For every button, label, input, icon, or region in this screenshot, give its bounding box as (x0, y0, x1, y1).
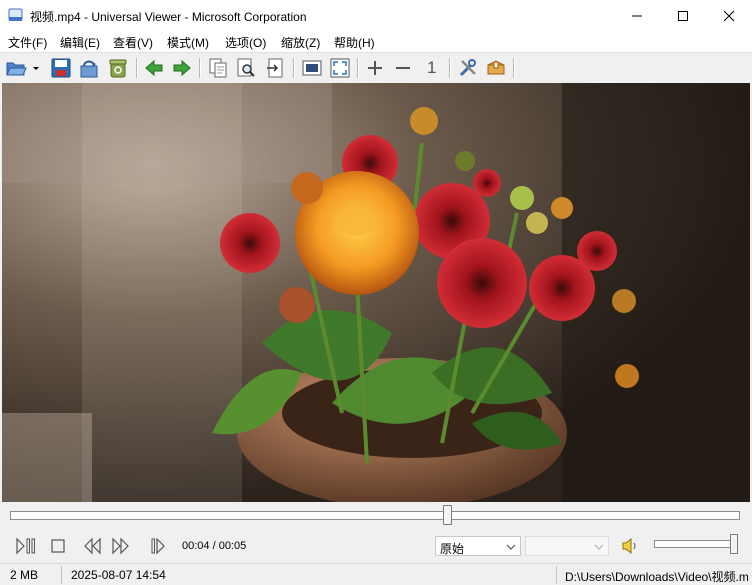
volume-track[interactable] (654, 540, 738, 548)
file-size: 2 MB (10, 568, 39, 582)
zoom-in-icon (368, 61, 382, 75)
menu-bar: 文件(F) 编辑(E) 查看(V) 模式(M) 选项(O) 缩放(Z) 帮助(H… (0, 31, 752, 52)
original-size-button[interactable]: 1 (421, 57, 443, 79)
toolbar-separator (357, 58, 359, 78)
original-size-icon: 1 (427, 58, 437, 77)
maximize-button[interactable] (660, 0, 706, 31)
open-dropdown-button[interactable] (31, 57, 41, 79)
zoom-mode-select[interactable]: 原始 (435, 536, 521, 556)
seek-track[interactable] (10, 511, 740, 520)
fullscreen-button[interactable] (329, 57, 351, 79)
fast-forward-icon (112, 537, 129, 555)
play-pause-button[interactable] (15, 536, 37, 556)
zoom-mode-value: 原始 (440, 542, 465, 556)
close-button[interactable] (706, 0, 752, 31)
show-image-button[interactable] (301, 57, 323, 79)
video-frame[interactable] (2, 83, 750, 502)
rewind-button[interactable] (82, 536, 104, 556)
status-separator (61, 566, 62, 584)
fullscreen-icon (330, 58, 350, 78)
file-path: D:\Users\Downloads\Video\视频.mp4 (565, 570, 749, 584)
next-frame-button[interactable] (149, 536, 171, 556)
package-icon (487, 60, 505, 75)
previous-file-icon (145, 59, 163, 77)
toolbar-separator (513, 58, 515, 78)
maximize-icon (678, 11, 688, 21)
menu-edit[interactable]: 编辑(E) (60, 34, 100, 51)
menu-zoom[interactable]: 缩放(Z) (281, 34, 320, 51)
show-image-icon (302, 60, 322, 76)
menu-help[interactable]: 帮助(H) (334, 34, 375, 51)
volume-icon (622, 537, 636, 555)
status-bar: 2 MB 2025-08-07 14:54 D:\Users\Downloads… (0, 563, 752, 585)
toolbar-separator (199, 58, 201, 78)
toolbar: 1 (0, 52, 752, 84)
export-button[interactable] (264, 57, 286, 79)
menu-mode[interactable]: 模式(M) (167, 34, 209, 51)
zoom-in-button[interactable] (364, 57, 386, 79)
playback-controls: 00:04 / 00:05 原始 (0, 529, 752, 563)
status-separator (556, 566, 557, 584)
play-pause-icon (16, 537, 35, 555)
seek-bar[interactable] (0, 502, 752, 529)
settings-button[interactable] (457, 57, 479, 79)
next-file-icon (173, 59, 191, 77)
chevron-down-icon (594, 544, 604, 550)
stop-icon (51, 539, 65, 553)
zoom-out-button[interactable] (392, 57, 414, 79)
window-title: 视频.mp4 - Universal Viewer - Microsoft Co… (30, 10, 307, 24)
file-modified: 2025-08-07 14:54 (71, 568, 166, 582)
menu-view[interactable]: 查看(V) (113, 34, 153, 51)
settings-icon (459, 59, 476, 77)
toolbar-separator (449, 58, 451, 78)
video-image (2, 83, 750, 502)
toolbar-separator (136, 58, 138, 78)
volume-thumb[interactable] (730, 534, 738, 554)
delete-button[interactable] (107, 57, 129, 79)
rewind-icon (84, 537, 101, 555)
next-file-button[interactable] (171, 57, 193, 79)
dropdown-arrow-icon (33, 67, 39, 70)
reload-button[interactable] (78, 57, 100, 79)
minimize-button[interactable] (614, 0, 660, 31)
previous-file-button[interactable] (143, 57, 165, 79)
zoom-out-icon (396, 67, 410, 69)
save-button[interactable] (50, 57, 72, 79)
title-bar: 视频.mp4 - Universal Viewer - Microsoft Co… (0, 0, 752, 31)
stop-button[interactable] (48, 536, 70, 556)
copy-button[interactable] (207, 57, 229, 79)
open-folder-icon (6, 62, 27, 76)
plugins-button[interactable] (485, 57, 507, 79)
audio-track-select[interactable] (525, 536, 609, 556)
chevron-down-icon (506, 544, 516, 550)
reload-icon (80, 60, 98, 78)
minimize-icon (632, 15, 642, 17)
fast-forward-button[interactable] (110, 536, 132, 556)
save-icon (51, 58, 71, 78)
find-button[interactable] (235, 57, 257, 79)
toolbar-separator (293, 58, 295, 78)
time-display: 00:04 / 00:05 (182, 540, 247, 552)
app-icon (8, 8, 23, 21)
next-frame-icon (151, 537, 165, 555)
menu-options[interactable]: 选项(O) (225, 34, 266, 51)
open-button[interactable] (5, 57, 27, 79)
seek-thumb[interactable] (442, 505, 452, 525)
find-icon (237, 58, 255, 77)
menu-file[interactable]: 文件(F) (8, 34, 47, 51)
recycle-bin-icon (109, 59, 127, 78)
close-icon (723, 10, 735, 22)
mute-button[interactable] (619, 536, 641, 556)
export-icon (267, 58, 283, 78)
copy-icon (209, 58, 227, 78)
